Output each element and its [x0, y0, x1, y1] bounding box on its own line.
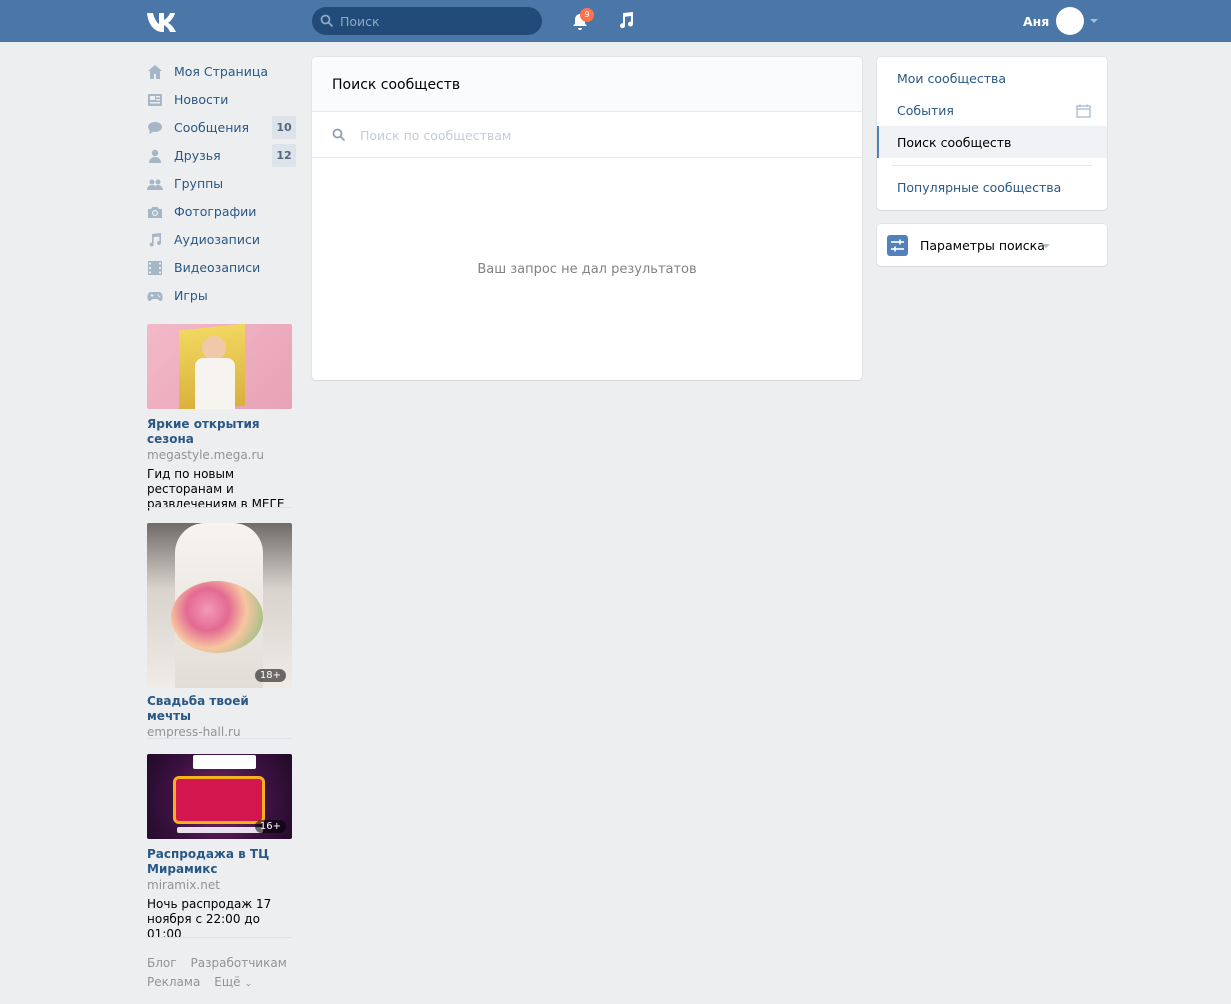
right-menu: Мои сообщества События Поиск сообществ П…	[877, 57, 1107, 210]
footer-links: Блог Разработчикам Реклама Ещё ⌄	[147, 955, 307, 993]
search-icon	[320, 14, 334, 28]
messages-icon	[148, 122, 162, 134]
chevron-down-icon: ⌄	[244, 979, 253, 989]
left-sidebar-nav: Моя Страница Новости Сообщения 10 Друзья…	[147, 58, 297, 310]
ad-image[interactable]: 16+	[147, 754, 292, 839]
sidebar-item-audio[interactable]: Аудиозаписи	[147, 226, 297, 254]
music-icon[interactable]	[616, 10, 636, 30]
ad-block[interactable]: 18+ Свадьба твоей мечты empress-hall.ru	[147, 523, 292, 740]
menu-item-community-search[interactable]: Поиск сообществ	[877, 126, 1107, 158]
ad-image[interactable]	[147, 324, 292, 409]
menu-item-events[interactable]: События	[877, 94, 1107, 126]
sidebar-item-news[interactable]: Новости	[147, 86, 297, 114]
messages-count-badge: 10	[272, 116, 296, 139]
sale-sign-shape	[173, 776, 265, 824]
ad-title[interactable]: Свадьба твоей мечты	[147, 694, 292, 724]
ad-image[interactable]: 18+	[147, 523, 292, 688]
calendar-icon[interactable]	[1076, 104, 1091, 118]
camera-icon	[148, 207, 162, 218]
sidebar-item-groups[interactable]: Группы	[147, 170, 297, 198]
portrait-body-shape	[195, 358, 235, 409]
age-rating-badge: 16+	[254, 820, 286, 833]
community-search-placeholder: Поиск по сообществам	[360, 128, 512, 143]
search-params-label: Параметры поиска	[920, 238, 1045, 253]
user-name[interactable]: Аня	[1023, 14, 1049, 29]
sidebar-item-messages[interactable]: Сообщения 10	[147, 114, 297, 142]
portrait-face-shape	[202, 336, 226, 360]
sliders-icon	[887, 235, 908, 256]
panel-header: Поиск сообществ	[312, 57, 862, 112]
sidebar-item-photos[interactable]: Фотографии	[147, 198, 297, 226]
music-note-icon	[149, 233, 161, 247]
menu-divider	[892, 165, 1092, 166]
bouquet-shape	[171, 581, 263, 653]
chevron-down-icon	[1042, 244, 1050, 248]
home-icon	[148, 65, 162, 79]
community-search-panel: Поиск сообществ Поиск по сообществам Ваш…	[312, 57, 862, 380]
notifications-badge: 9	[580, 8, 594, 22]
ad-block[interactable]: 16+ Распродажа в ТЦ Мирамикс miramix.net…	[147, 754, 292, 942]
footer-link-more[interactable]: Ещё ⌄	[214, 975, 252, 989]
sidebar-item-my-page[interactable]: Моя Страница	[147, 58, 297, 86]
ad-domain: miramix.net	[147, 878, 220, 892]
header-search-input[interactable]: Поиск	[312, 7, 542, 35]
header-search-placeholder: Поиск	[340, 14, 380, 29]
menu-item-my-communities[interactable]: Мои сообщества	[877, 62, 1107, 94]
sidebar-item-video[interactable]: Видеозаписи	[147, 254, 297, 282]
ad-description: Ночь распродаж 17 ноября с 22:00 до 01:0…	[147, 897, 272, 941]
chevron-down-icon[interactable]	[1090, 19, 1098, 23]
footer-link-blog[interactable]: Блог	[147, 956, 177, 970]
top-header: Поиск 9 Аня	[0, 0, 1231, 42]
friends-count-badge: 12	[272, 144, 296, 167]
groups-icon	[147, 179, 163, 190]
vk-logo-icon[interactable]	[146, 10, 180, 32]
avatar[interactable]	[1056, 7, 1084, 35]
ad-description: Гид по новым ресторанам и развлечениям в…	[147, 467, 285, 511]
gamepad-icon	[147, 292, 163, 301]
search-icon	[332, 128, 346, 142]
film-icon	[148, 261, 162, 275]
ad-divider	[147, 738, 292, 739]
ad-title[interactable]: Распродажа в ТЦ Мирамикс	[147, 847, 292, 877]
ad-domain: megastyle.mega.ru	[147, 448, 265, 462]
sidebar-item-friends[interactable]: Друзья 12	[147, 142, 297, 170]
friends-icon	[149, 149, 161, 163]
ad-caption-shape	[177, 827, 263, 833]
age-rating-badge: 18+	[254, 669, 286, 682]
search-params-toggle[interactable]: Параметры поиска	[877, 224, 1107, 266]
menu-item-popular-communities[interactable]: Популярные сообщества	[877, 171, 1107, 203]
ad-divider	[147, 507, 292, 508]
ad-brand-logo-shape	[193, 755, 256, 769]
sidebar-item-games[interactable]: Игры	[147, 282, 297, 310]
community-search-input[interactable]: Поиск по сообществам	[312, 112, 862, 158]
footer-link-ads[interactable]: Реклама	[147, 975, 200, 989]
ad-title[interactable]: Яркие открытия сезона	[147, 417, 292, 447]
news-icon	[148, 94, 162, 106]
footer-link-developers[interactable]: Разработчикам	[191, 956, 287, 970]
footer-divider	[147, 937, 292, 938]
empty-results-message: Ваш запрос не дал результатов	[477, 262, 697, 277]
ad-block[interactable]: Яркие открытия сезона megastyle.mega.ru …	[147, 324, 292, 512]
page-title: Поиск сообществ	[332, 77, 461, 93]
